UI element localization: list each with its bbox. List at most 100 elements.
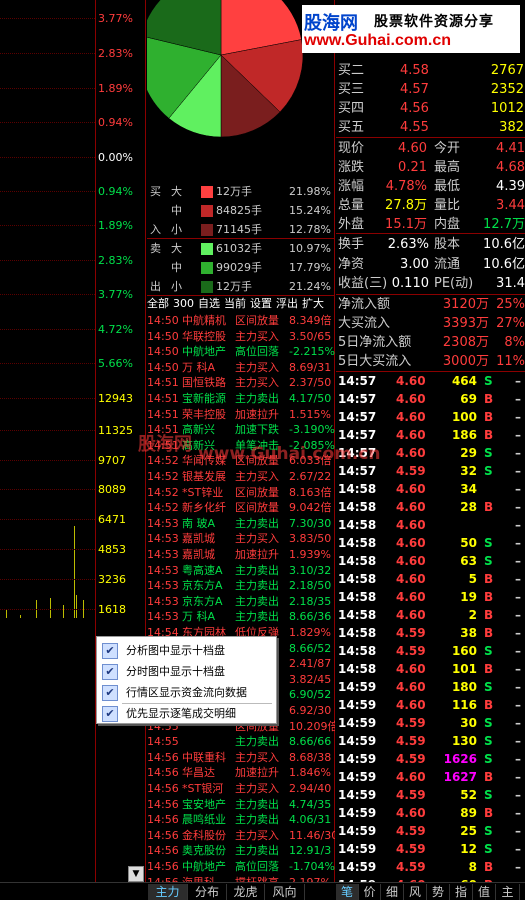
bottom-tab-10[interactable]: 值 bbox=[473, 884, 496, 900]
radar-event: 区间放量 bbox=[235, 314, 279, 327]
context-menu-item[interactable]: ✔ 行情区显示资金流向数据 bbox=[99, 683, 274, 703]
bottom-tab-9[interactable]: 指 bbox=[450, 884, 473, 900]
tick-row[interactable]: 14:57 4.60 69 B – bbox=[336, 390, 525, 408]
tick-price: 4.60 bbox=[396, 590, 426, 604]
bottom-tab-11[interactable]: 主 bbox=[496, 884, 520, 900]
radar-row[interactable]: 14:56 *ST银河 主力买入 2.94/40 bbox=[147, 781, 335, 797]
tick-row[interactable]: 14:58 4.60 50 S – bbox=[336, 534, 525, 552]
fundamental-label: 股本 bbox=[434, 237, 461, 252]
tick-row[interactable]: 14:58 4.59 38 B – bbox=[336, 624, 525, 642]
bottom-tab-3[interactable]: 风向 bbox=[265, 884, 305, 900]
radar-tab[interactable]: 设置 bbox=[250, 297, 272, 310]
tick-row[interactable]: 14:57 4.60 100 B – bbox=[336, 408, 525, 426]
radar-row[interactable]: 14:51 宝新能源 主力卖出 4.17/50 bbox=[147, 391, 335, 407]
tick-volume: 69 bbox=[460, 392, 477, 406]
tick-row[interactable]: 14:58 4.59 160 S – bbox=[336, 642, 525, 660]
tick-row[interactable]: 14:59 4.59 12 S – bbox=[336, 840, 525, 858]
context-menu[interactable]: ✔ 分析图中显示十档盘 ✔ 分时图中显示十档盘 ✔ 行情区显示资金流向数据 ✔ 优先显示逐笔成… bbox=[96, 636, 277, 724]
tick-row[interactable]: 14:59 4.59 30 S – bbox=[336, 714, 525, 732]
radar-row[interactable]: 14:56 奥克股份 主力卖出 12.91/3 bbox=[147, 843, 335, 859]
bottom-tab-2[interactable]: 龙虎 bbox=[227, 884, 265, 900]
bottom-tab-4[interactable]: 笔 bbox=[336, 884, 359, 900]
radar-tab[interactable]: 自选 bbox=[198, 297, 220, 310]
radar-row[interactable]: 14:53 嘉凯城 主力买入 3.83/50 bbox=[147, 531, 335, 547]
tick-dash: – bbox=[515, 752, 521, 766]
radar-value: 1.515% bbox=[289, 407, 331, 421]
radar-row[interactable]: 14:56 华昌达 加速拉升 1.846% bbox=[147, 765, 335, 781]
bottom-tab-0[interactable]: 主力 bbox=[148, 884, 188, 900]
grid-line bbox=[0, 18, 95, 19]
radar-tab[interactable]: 当前 bbox=[224, 297, 246, 310]
tick-row[interactable]: 14:58 4.60 34 – bbox=[336, 480, 525, 498]
tick-row[interactable]: 14:59 4.60 116 B – bbox=[336, 696, 525, 714]
stat-value: 27.8万 bbox=[385, 198, 427, 213]
tick-row[interactable]: 14:59 4.60 89 B – bbox=[336, 804, 525, 822]
tick-row[interactable]: 14:59 4.60 1627 B – bbox=[336, 768, 525, 786]
radar-tab[interactable]: 全部 bbox=[147, 297, 169, 310]
separator bbox=[336, 137, 525, 138]
radar-row[interactable]: 14:53 京东方A 主力卖出 2.18/50 bbox=[147, 578, 335, 594]
tick-row[interactable]: 14:57 4.59 32 S – bbox=[336, 462, 525, 480]
tick-row[interactable]: 14:58 4.60 28 B – bbox=[336, 498, 525, 516]
radar-row[interactable]: 14:50 中航地产 高位回落 -2.215% bbox=[147, 344, 335, 360]
radar-row[interactable]: 14:56 中联重科 主力买入 8.68/38 bbox=[147, 750, 335, 766]
tick-row[interactable]: 14:58 4.60 19 B – bbox=[336, 588, 525, 606]
radar-time: 14:52 bbox=[147, 501, 179, 515]
radar-row[interactable]: 14:53 南 玻A 主力卖出 7.30/30 bbox=[147, 516, 335, 532]
radar-row[interactable]: 14:53 粤高速A 主力卖出 3.10/32 bbox=[147, 563, 335, 579]
tick-row[interactable]: 14:59 4.60 180 S – bbox=[336, 678, 525, 696]
context-menu-item[interactable]: ✔ 分时图中显示十档盘 bbox=[99, 662, 274, 682]
flow-size: 中 bbox=[171, 204, 182, 217]
tick-row[interactable]: 14:57 4.60 464 S – bbox=[336, 372, 525, 390]
radar-row[interactable]: 14:50 华联控股 主力买入 3.50/65 bbox=[147, 329, 335, 345]
tick-row[interactable]: 14:59 4.59 25 S – bbox=[336, 822, 525, 840]
radar-tabs[interactable]: 全部 300 自选 当前 设置 浮出 扩大 bbox=[147, 296, 335, 312]
radar-row[interactable]: 14:50 万 科A 主力买入 8.69/31 bbox=[147, 360, 335, 376]
radar-row[interactable]: 14:56 中航地产 高位回落 -1.704% bbox=[147, 859, 335, 875]
radar-row[interactable]: 14:51 国恒铁路 主力买入 2.37/50 bbox=[147, 375, 335, 391]
radar-value: 2.67/22 bbox=[289, 470, 332, 483]
intraday-chart[interactable]: 3.77% 2.83% 1.89% 0.94% 0.00% 0.94% 1.89% 2.83%… bbox=[0, 0, 147, 882]
bottom-tab-6[interactable]: 细 bbox=[381, 884, 404, 900]
stat-row: 涨跌 0.21 最高 4.68 bbox=[336, 158, 525, 177]
grid-line bbox=[0, 549, 95, 550]
radar-row[interactable]: 14:55 主力卖出 8.66/66 bbox=[147, 734, 335, 750]
radar-row[interactable]: 14:50 中航精机 区间放量 8.349倍 bbox=[147, 313, 335, 329]
tick-row[interactable]: 14:58 4.60 5 B – bbox=[336, 570, 525, 588]
bottom-tab-1[interactable]: 分布 bbox=[188, 884, 227, 900]
tick-row[interactable]: 14:59 4.59 52 S – bbox=[336, 786, 525, 804]
grid-line bbox=[0, 579, 95, 580]
radar-tab[interactable]: 300 bbox=[173, 297, 194, 310]
bottom-tab-bar[interactable]: 主力 分布 龙虎 风向 笔价细风势指值主 bbox=[0, 882, 525, 900]
bottom-tab-7[interactable]: 风 bbox=[404, 884, 427, 900]
tick-row[interactable]: 14:58 4.60 101 B – bbox=[336, 660, 525, 678]
tick-row[interactable]: 14:58 4.60 2 B – bbox=[336, 606, 525, 624]
radar-row[interactable]: 14:53 嘉凯城 加速拉升 1.939% bbox=[147, 547, 335, 563]
tick-dash: – bbox=[515, 374, 521, 388]
tick-row[interactable]: 14:57 4.60 186 B – bbox=[336, 426, 525, 444]
radar-row[interactable]: 14:53 万 科A 主力卖出 8.66/36 bbox=[147, 609, 335, 625]
radar-tab[interactable]: 扩大 bbox=[302, 297, 324, 310]
tick-row[interactable]: 14:59 4.59 1626 S – bbox=[336, 750, 525, 768]
grid-line bbox=[0, 329, 95, 330]
tick-row[interactable]: 14:58 4.60 – bbox=[336, 516, 525, 534]
chart-dropdown-button[interactable]: ▼ bbox=[128, 866, 144, 882]
radar-row[interactable]: 14:52 银基发展 主力买入 2.67/22 bbox=[147, 469, 335, 485]
context-menu-item[interactable]: ✔ 优先显示逐笔成交明细 bbox=[99, 704, 274, 724]
radar-row[interactable]: 14:51 荣丰控股 加速拉升 1.515% bbox=[147, 407, 335, 423]
tick-row[interactable]: 14:59 4.59 8 B – bbox=[336, 858, 525, 876]
tick-row[interactable]: 14:59 4.59 130 S – bbox=[336, 732, 525, 750]
radar-stock: 中航地产 bbox=[182, 345, 226, 359]
tick-row[interactable]: 14:58 4.60 63 S – bbox=[336, 552, 525, 570]
radar-row[interactable]: 14:56 宝安地产 主力卖出 4.74/35 bbox=[147, 797, 335, 813]
radar-tab[interactable]: 浮出 bbox=[276, 297, 298, 310]
radar-row[interactable]: 14:52 *ST锌业 区间放量 8.163倍 bbox=[147, 485, 335, 501]
context-menu-item[interactable]: ✔ 分析图中显示十档盘 bbox=[99, 641, 274, 661]
radar-row[interactable]: 14:52 新乡化纤 区间放量 9.042倍 bbox=[147, 500, 335, 516]
radar-row[interactable]: 14:56 金科股份 主力买入 11.46/30 bbox=[147, 828, 335, 844]
bottom-tab-5[interactable]: 价 bbox=[359, 884, 381, 900]
radar-row[interactable]: 14:56 晨鸣纸业 主力卖出 4.06/31 bbox=[147, 812, 335, 828]
radar-event: 区间放量 bbox=[235, 501, 279, 515]
radar-row[interactable]: 14:53 京东方A 主力卖出 2.18/35 bbox=[147, 594, 335, 610]
bottom-tab-8[interactable]: 势 bbox=[427, 884, 450, 900]
